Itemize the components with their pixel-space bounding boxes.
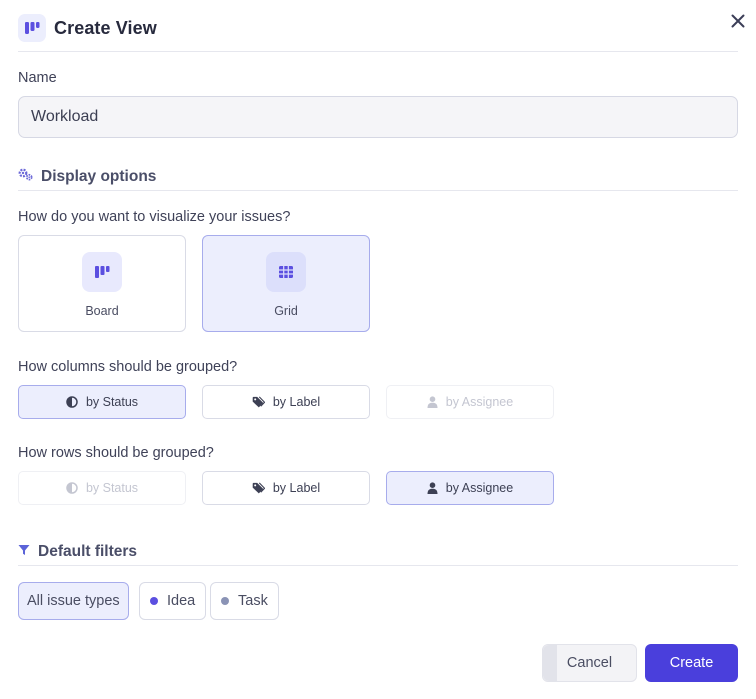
- column-group-label: by Assignee: [445, 395, 514, 409]
- column-group-label-button[interactable]: by Label: [202, 385, 370, 419]
- display-options-divider: [18, 190, 738, 191]
- default-filters-heading: Default filters: [18, 543, 137, 561]
- view-type-label: Board: [85, 304, 119, 318]
- status-half-circle-icon: [66, 482, 78, 494]
- header-divider: [18, 51, 738, 52]
- column-group-label: by Label: [272, 395, 321, 409]
- view-type-grid[interactable]: Grid: [202, 235, 370, 332]
- column-group-status-button[interactable]: by Status: [18, 385, 186, 419]
- grid-icon: [266, 252, 306, 292]
- default-filters-title: Default filters: [38, 543, 138, 560]
- close-icon[interactable]: [728, 10, 748, 32]
- idea-dot-icon: [150, 597, 158, 605]
- board-icon: [82, 252, 122, 292]
- filter-chip-label: Task: [238, 593, 268, 609]
- visualize-question: How do you want to visualize your issues…: [18, 209, 291, 225]
- filter-chip-task[interactable]: Task: [210, 582, 279, 620]
- cancel-button-shade: [543, 645, 557, 681]
- row-group-assignee-button[interactable]: by Assignee: [386, 471, 554, 505]
- create-button[interactable]: Create: [645, 644, 738, 682]
- gears-icon: [18, 168, 33, 186]
- column-group-label: by Status: [85, 395, 139, 409]
- row-group-label: by Status: [85, 481, 139, 495]
- row-group-label-button[interactable]: by Label: [202, 471, 370, 505]
- user-icon: [427, 396, 438, 408]
- row-group-label: by Assignee: [445, 481, 514, 495]
- create-label: Create: [669, 655, 714, 671]
- default-filters-divider: [18, 565, 738, 566]
- display-options-heading: Display options: [18, 168, 156, 186]
- columns-question: How columns should be grouped?: [18, 359, 238, 375]
- name-input[interactable]: [18, 96, 738, 138]
- cancel-label: Cancel: [566, 655, 613, 671]
- dialog-title: Create View: [54, 18, 157, 38]
- view-type-board[interactable]: Board: [18, 235, 186, 332]
- filter-chip-all-issue-types[interactable]: All issue types: [18, 582, 129, 620]
- row-group-label: by Label: [272, 481, 321, 495]
- rows-question: How rows should be grouped?: [18, 445, 214, 461]
- user-icon: [427, 482, 438, 494]
- filter-chip-label: All issue types: [27, 593, 120, 609]
- display-options-title: Display options: [41, 168, 157, 185]
- column-group-assignee-button: by Assignee: [386, 385, 554, 419]
- cancel-button[interactable]: Cancel: [542, 644, 637, 682]
- filter-chip-idea[interactable]: Idea: [139, 582, 207, 620]
- view-type-label: Grid: [274, 304, 298, 318]
- status-half-circle-icon: [66, 396, 78, 408]
- name-label: Name: [18, 70, 57, 86]
- board-columns-icon: [18, 14, 46, 42]
- tag-icon: [252, 396, 265, 408]
- tag-icon: [252, 482, 265, 494]
- task-dot-icon: [221, 597, 229, 605]
- filter-chip-label: Idea: [167, 593, 196, 609]
- row-group-status-button: by Status: [18, 471, 186, 505]
- filter-funnel-icon: [18, 543, 30, 561]
